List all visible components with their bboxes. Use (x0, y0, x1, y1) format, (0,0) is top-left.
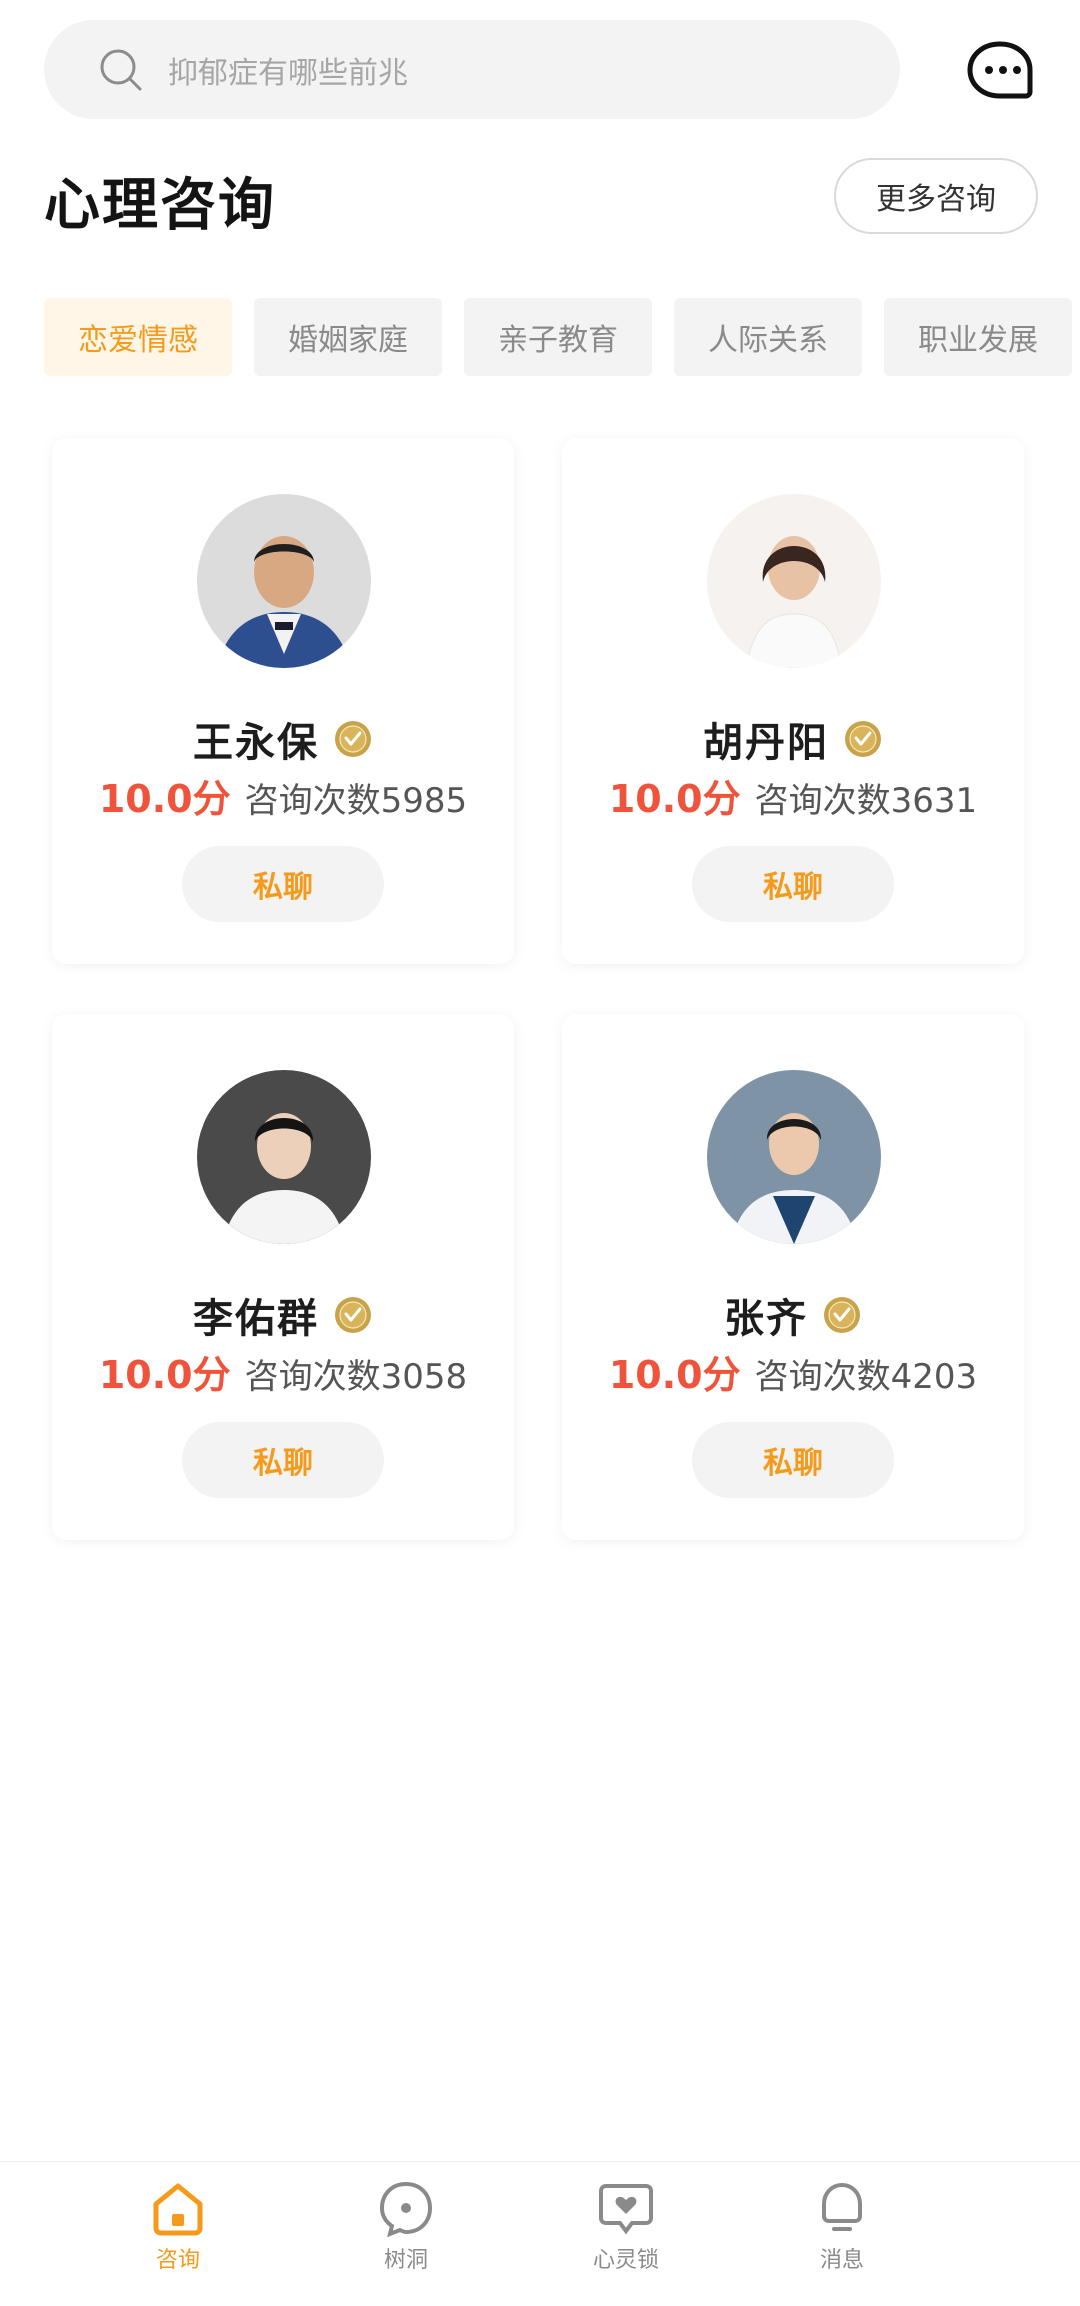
consult-count: 咨询次数3058 (244, 1357, 468, 1397)
private-chat-button[interactable]: 私聊 (182, 1422, 384, 1498)
verified-badge-icon (845, 721, 881, 757)
page-title: 心理咨询 (44, 173, 276, 238)
heart-lock-icon (599, 2184, 653, 2235)
search-placeholder: 抑郁症有哪些前兆 (168, 55, 408, 91)
verified-badge-icon (824, 1297, 860, 1333)
avatar (707, 1070, 881, 1244)
verified-badge-icon (335, 721, 371, 757)
tab-relationships[interactable]: 人际关系 (674, 298, 862, 376)
nav-label: 树洞 (383, 2248, 428, 2273)
consultant-card[interactable]: 王永保 10.0分 咨询次数5985 私聊 (52, 438, 514, 964)
category-tabs: 恋爱情感 婚姻家庭 亲子教育 人际关系 职业发展 (44, 298, 1080, 376)
consult-count: 咨询次数5985 (244, 781, 468, 821)
nav-item-heart-lock[interactable]: 心灵锁 (566, 2178, 686, 2274)
nav-item-messages[interactable]: 消息 (782, 2178, 902, 2274)
consultant-card[interactable]: 胡丹阳 10.0分 咨询次数3631 私聊 (562, 438, 1024, 964)
rating-score: 10.0分 (98, 777, 231, 821)
avatar (197, 1070, 371, 1244)
search-icon (100, 49, 142, 90)
avatar (197, 494, 371, 668)
consult-count: 咨询次数3631 (754, 781, 978, 821)
avatar (707, 494, 881, 668)
consultant-name: 胡丹阳 (703, 720, 829, 766)
customer-service-icon[interactable] (964, 38, 1036, 102)
bell-icon (822, 2182, 862, 2231)
stats-row: 10.0分 咨询次数3631 (562, 768, 1024, 823)
name-row: 胡丹阳 (562, 710, 1024, 768)
rating-score: 10.0分 (98, 1353, 231, 1397)
nav-label: 咨询 (155, 2248, 200, 2273)
name-row: 李佑群 (52, 1286, 514, 1344)
consultant-name: 李佑群 (193, 1296, 319, 1342)
stats-row: 10.0分 咨询次数4203 (562, 1344, 1024, 1399)
name-row: 张齐 (562, 1286, 1024, 1344)
private-chat-button[interactable]: 私聊 (692, 846, 894, 922)
name-row: 王永保 (52, 710, 514, 768)
tab-career[interactable]: 职业发展 (884, 298, 1072, 376)
private-chat-button[interactable]: 私聊 (182, 846, 384, 922)
stats-row: 10.0分 咨询次数5985 (52, 768, 514, 823)
nav-label: 消息 (819, 2248, 864, 2273)
tab-romance[interactable]: 恋爱情感 (44, 298, 232, 376)
tab-parenting[interactable]: 亲子教育 (464, 298, 652, 376)
home-icon (153, 2183, 203, 2236)
nav-item-consult[interactable]: 咨询 (118, 2178, 238, 2274)
consultant-name: 张齐 (724, 1296, 808, 1342)
tree-hole-icon (379, 2181, 433, 2238)
verified-badge-icon (335, 1297, 371, 1333)
stats-row: 10.0分 咨询次数3058 (52, 1344, 514, 1399)
rating-score: 10.0分 (608, 777, 741, 821)
tab-marriage-family[interactable]: 婚姻家庭 (254, 298, 442, 376)
private-chat-button[interactable]: 私聊 (692, 1422, 894, 1498)
consultant-card[interactable]: 张齐 10.0分 咨询次数4203 私聊 (562, 1014, 1024, 1540)
consultant-name: 王永保 (193, 720, 319, 766)
consultant-card[interactable]: 李佑群 10.0分 咨询次数3058 私聊 (52, 1014, 514, 1540)
nav-label: 心灵锁 (592, 2248, 659, 2273)
rating-score: 10.0分 (608, 1353, 741, 1397)
search-bar[interactable]: 抑郁症有哪些前兆 (44, 20, 900, 119)
bottom-nav: 咨询 树洞 心灵锁 消息 (0, 2161, 1080, 2306)
consult-count: 咨询次数4203 (754, 1357, 978, 1397)
more-consult-button[interactable]: 更多咨询 (834, 158, 1038, 234)
nav-item-tree-hole[interactable]: 树洞 (346, 2178, 466, 2274)
